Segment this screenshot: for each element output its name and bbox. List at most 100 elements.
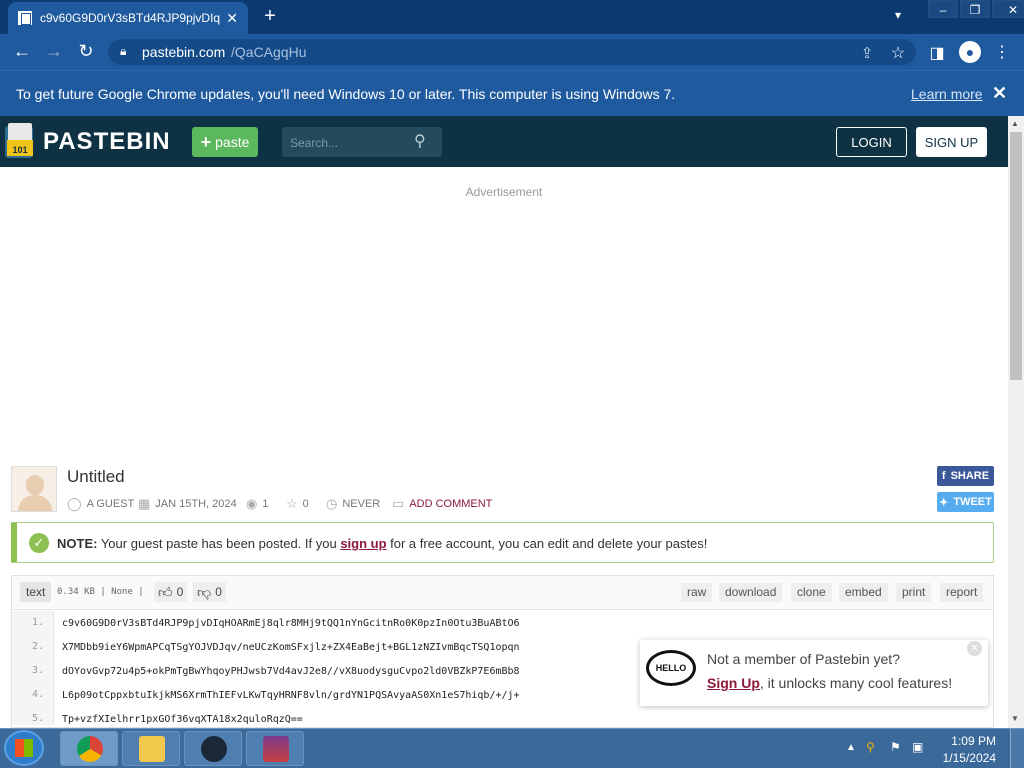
star-icon: ☆ — [286, 496, 298, 511]
like-button[interactable]: 👍︎ 0 — [154, 582, 188, 602]
note-label: NOTE: — [57, 536, 98, 551]
side-panel-icon[interactable]: ◨ — [926, 43, 948, 63]
clock-date[interactable]: 1/15/2024 — [930, 751, 996, 765]
winrar-icon — [263, 736, 289, 762]
twitter-tweet-button[interactable]: ✦ TWEET — [937, 492, 994, 512]
thumbs-up-icon: 👍︎ — [158, 583, 173, 600]
popup-title: Not a member of Pastebin yet? — [707, 651, 900, 667]
tab-close-icon[interactable]: ✕ — [226, 10, 238, 27]
show-desktop-button[interactable] — [1010, 729, 1024, 768]
bookmark-star-icon[interactable]: ☆ — [887, 43, 909, 63]
share-label: SHARE — [950, 470, 990, 482]
paste-button-label: paste — [215, 134, 250, 150]
hello-badge-icon: HELLO — [646, 650, 696, 686]
guest-avatar — [11, 466, 57, 512]
syntax-tag[interactable]: text — [20, 582, 52, 602]
line-code: L6p09otCppxbtuIkjkMS6XrmThIEFvLKwTqyHRNF… — [62, 689, 520, 701]
login-button[interactable]: LOGIN — [836, 127, 907, 157]
line-number: 3. — [12, 659, 54, 683]
scroll-up-icon[interactable]: ▲ — [1011, 119, 1019, 128]
window-close-button[interactable]: ✕ — [992, 0, 1024, 18]
meta-author: ◯ A GUEST — [67, 496, 134, 512]
eye-icon: ◉ — [246, 496, 258, 511]
address-bar[interactable] — [108, 39, 916, 65]
minimize-button[interactable]: ‒ — [928, 0, 958, 18]
back-arrow-icon[interactable]: ← — [11, 41, 33, 62]
scrollbar-thumb[interactable] — [1010, 132, 1022, 380]
tray-network-icon[interactable]: ▣ — [912, 740, 926, 754]
favicon-icon — [18, 11, 32, 25]
comment-icon: ▭ — [392, 496, 405, 511]
note-signup-link[interactable]: sign up — [340, 536, 386, 551]
taskbar-steam[interactable] — [184, 731, 242, 766]
pastebin-logo-icon[interactable]: 101 — [3, 122, 37, 160]
taskbar-winrar[interactable] — [246, 731, 304, 766]
search-icon[interactable]: ⚲ — [414, 131, 426, 151]
facebook-icon: f — [941, 470, 946, 482]
line-code: dOYovGvp72u4p5+okPmTgBwYhqoyPHJwsb7Vd4av… — [62, 665, 520, 677]
download-button[interactable]: download — [719, 583, 783, 602]
folder-icon — [139, 736, 165, 762]
add-comment-link[interactable]: ADD COMMENT — [409, 498, 492, 510]
scroll-down-icon[interactable]: ▼ — [1011, 714, 1019, 723]
maximize-button[interactable]: ❐ — [960, 0, 990, 18]
note-text-before: Your guest paste has been posted. If you — [97, 536, 341, 551]
url-host: pastebin.com — [142, 44, 226, 60]
view-count: 1 — [262, 498, 269, 510]
tray-expand-icon[interactable]: ▲ — [846, 742, 856, 753]
new-tab-button[interactable]: + — [258, 4, 282, 28]
embed-button[interactable]: embed — [839, 583, 888, 602]
popup-signup-link[interactable]: Sign Up — [707, 675, 760, 691]
raw-button[interactable]: raw — [681, 583, 713, 602]
share-page-icon[interactable]: ⇪ — [856, 44, 878, 62]
line-code: X7MDbb9ieY6WpmAPCqTSgYOJVDJqv/neUCzKomSF… — [62, 641, 520, 653]
paste-size: 0.34 KB | None | — [57, 587, 144, 597]
steam-icon — [201, 736, 227, 762]
tab-search-chevron-icon[interactable]: ▾ — [895, 8, 901, 22]
browser-tab[interactable]: c9v60G9D0rV3sBTd4RJP9pjvDIqH ✕ — [8, 2, 248, 34]
infobar-message: To get future Google Chrome updates, you… — [16, 86, 676, 102]
taskbar-chrome[interactable] — [60, 731, 118, 766]
popup-text: Sign Up, it unlocks many cool features! — [707, 675, 952, 691]
meta-comment[interactable]: ▭ ADD COMMENT — [392, 496, 492, 512]
signup-button[interactable]: SIGN UP — [916, 127, 987, 157]
meta-views: ◉ 1 — [246, 496, 268, 512]
tweet-label: TWEET — [953, 496, 992, 508]
line-number: 4. — [12, 683, 54, 707]
clock-icon: ◷ — [326, 496, 338, 511]
like-count: 0 — [176, 585, 184, 599]
clock-time[interactable]: 1:09 PM — [930, 734, 996, 748]
meta-stars: ☆ 0 — [286, 496, 309, 512]
learn-more-link[interactable]: Learn more — [911, 86, 983, 102]
chrome-icon — [77, 736, 103, 762]
popup-text-rest: , it unlocks many cool features! — [759, 675, 953, 691]
site-brand[interactable]: PASTEBIN — [43, 128, 171, 156]
meta-expiry: ◷ NEVER — [326, 496, 380, 512]
popup-close-icon[interactable]: ✕ — [967, 641, 982, 656]
dislike-button[interactable]: 👎︎ 0 — [193, 582, 226, 602]
clone-button[interactable]: clone — [791, 583, 832, 602]
menu-kebab-icon[interactable]: ⋮ — [991, 42, 1013, 62]
report-button[interactable]: report — [940, 583, 984, 602]
dislike-count: 0 — [215, 585, 222, 599]
checkmark-icon: ✓ — [29, 533, 49, 553]
tray-flag-icon[interactable]: ⚑ — [890, 740, 904, 754]
profile-avatar-icon[interactable]: ● — [959, 41, 981, 63]
line-number: 2. — [12, 635, 54, 659]
infobar-close-icon[interactable]: ✕ — [992, 83, 1007, 104]
url-path: /QaCAgqHu — [231, 44, 307, 60]
tab-title: c9v60G9D0rV3sBTd4RJP9pjvDIqH — [40, 11, 221, 25]
reload-icon[interactable]: ↻ — [75, 41, 97, 62]
twitter-icon: ✦ — [939, 496, 949, 509]
paste-date: JAN 15TH, 2024 — [155, 498, 237, 510]
forward-arrow-icon[interactable]: → — [43, 41, 65, 62]
facebook-share-button[interactable]: f SHARE — [937, 466, 994, 486]
window-controls: ‒ ❐ ✕ — [928, 0, 1024, 18]
code-line: 1. c9v60G9D0rV3sBTd4RJP9pjvDIqHOARmEj8qlr… — [12, 611, 993, 635]
print-button[interactable]: print — [896, 583, 932, 602]
start-button[interactable] — [4, 730, 44, 766]
tray-search-icon[interactable]: ⚲ — [866, 740, 880, 754]
lock-icon[interactable]: 🔒︎ — [120, 44, 126, 59]
new-paste-button[interactable]: + paste — [192, 127, 258, 157]
taskbar-explorer[interactable] — [122, 731, 180, 766]
